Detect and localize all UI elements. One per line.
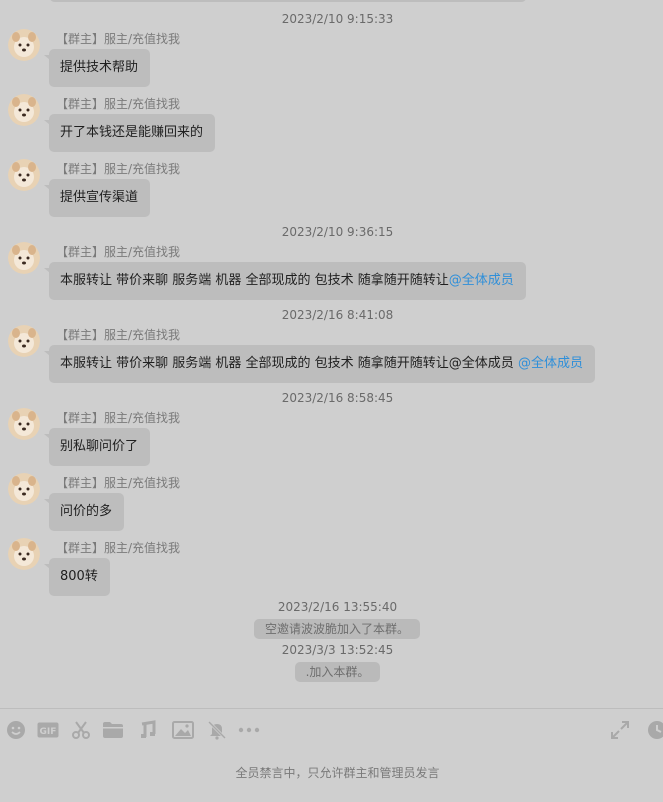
mention-all-link[interactable]: @全体成员 [518,356,583,371]
avatar[interactable] [8,325,40,357]
timestamp: 2023/2/16 8:58:45 [281,391,394,405]
avatar[interactable] [8,408,40,440]
music-icon[interactable] [137,719,159,741]
message-bubble-partial [49,0,527,2]
mention-all-link[interactable]: @全体成员 [449,273,514,288]
message-text: 提供技术帮助 [60,60,139,75]
avatar[interactable] [8,29,40,61]
message-bubble[interactable]: 800转 [44,558,110,596]
message-bubble[interactable]: 问价的多 [43,493,125,531]
timestamp: 2023/2/10 9:15:33 [281,12,394,26]
input-toolbar: GIF [0,708,663,750]
sender-name[interactable]: 【群主】服主/充值找我 [56,327,180,343]
timestamp: 2023/2/16 13:55:40 [277,600,398,614]
sender-name[interactable]: 【群主】服主/充值找我 [56,410,180,426]
timestamp: 2023/3/3 13:52:45 [281,643,394,657]
sender-name[interactable]: 【群主】服主/充值找我 [56,244,180,260]
sender-name[interactable]: 【群主】服主/充值找我 [56,475,180,491]
system-notice: .加入本群。 [295,662,380,682]
message-text: 开了本钱还是能赚回来的 [60,125,204,140]
emoji-icon[interactable] [5,719,27,741]
history-icon[interactable] [646,719,663,741]
chat-message-area[interactable]: 2023/2/10 9:15:33 【群主】服主/充值找我 提供技术帮助 【群主… [0,0,663,708]
more-icon[interactable] [238,719,260,741]
gif-icon[interactable]: GIF [37,719,59,741]
message-text: 别私聊问价了 [60,439,139,454]
message-text: 本服转让 带价来聊 服务端 机器 全部现成的 包技术 随拿随开随转让@全体成员 [60,356,518,371]
message-bubble[interactable]: 开了本钱还是能赚回来的 [43,114,216,152]
message-bubble[interactable]: 本服转让 带价来聊 服务端 机器 全部现成的 包技术 随拿随开随转让@全体成员 … [44,345,595,383]
scissors-icon[interactable] [70,719,92,741]
avatar[interactable] [8,94,40,126]
message-bubble[interactable]: 提供宣传渠道 [43,179,151,217]
svg-text:GIF: GIF [40,727,57,737]
message-bubble[interactable]: 本服转让 带价来聊 服务端 机器 全部现成的 包技术 随拿随开随转让@全体成员 [44,262,526,300]
timestamp: 2023/2/16 8:41:08 [281,308,394,322]
expand-icon[interactable] [609,719,631,741]
message-text: 800转 [60,569,98,584]
avatar[interactable] [8,242,40,274]
message-text: 本服转让 带价来聊 服务端 机器 全部现成的 包技术 随拿随开随转让 [60,273,449,288]
avatar[interactable] [8,473,40,505]
bell-off-icon[interactable] [206,719,228,741]
message-text: 问价的多 [60,504,113,519]
system-notice: 空邀请波波脆加入了本群。 [254,619,420,639]
sender-name[interactable]: 【群主】服主/充值找我 [56,31,180,47]
image-icon[interactable] [172,719,194,741]
sender-name[interactable]: 【群主】服主/充值找我 [56,161,180,177]
avatar[interactable] [8,159,40,191]
mute-all-notice: 全员禁言中，只允许群主和管理员发言 [235,766,440,780]
message-text: 提供宣传渠道 [60,190,139,205]
avatar[interactable] [8,538,40,570]
message-bubble[interactable]: 别私聊问价了 [43,428,151,466]
sender-name[interactable]: 【群主】服主/充值找我 [56,540,180,556]
folder-icon[interactable] [102,719,124,741]
message-bubble[interactable]: 提供技术帮助 [43,49,151,87]
sender-name[interactable]: 【群主】服主/充值找我 [56,96,180,112]
timestamp: 2023/2/10 9:36:15 [281,225,394,239]
